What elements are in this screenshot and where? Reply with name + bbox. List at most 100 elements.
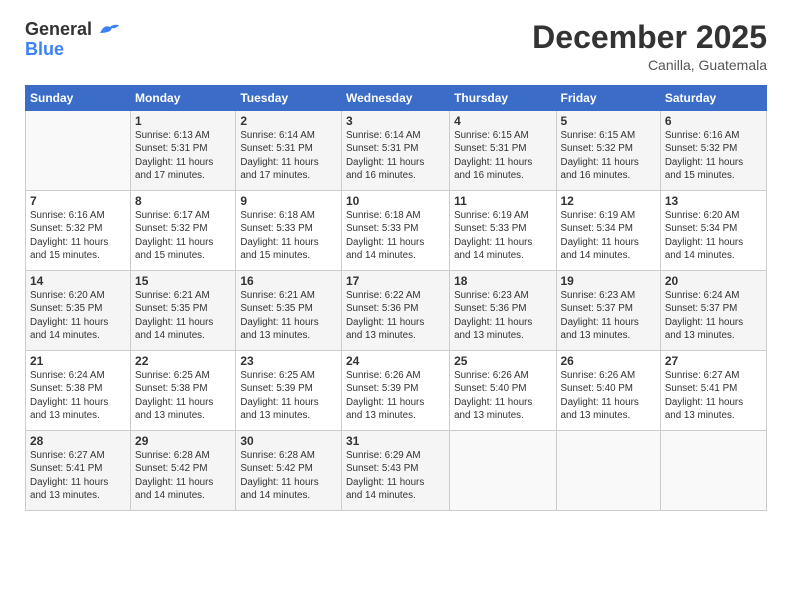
calendar-cell: 3Sunrise: 6:14 AM Sunset: 5:31 PM Daylig… [341, 111, 449, 191]
calendar-cell: 13Sunrise: 6:20 AM Sunset: 5:34 PM Dayli… [660, 191, 766, 271]
day-number: 6 [665, 114, 762, 128]
day-number: 9 [240, 194, 337, 208]
weekday-header-tuesday: Tuesday [236, 86, 342, 111]
calendar-cell: 6Sunrise: 6:16 AM Sunset: 5:32 PM Daylig… [660, 111, 766, 191]
day-number: 30 [240, 434, 337, 448]
calendar-cell [556, 431, 660, 511]
calendar-cell: 29Sunrise: 6:28 AM Sunset: 5:42 PM Dayli… [131, 431, 236, 511]
calendar-cell: 27Sunrise: 6:27 AM Sunset: 5:41 PM Dayli… [660, 351, 766, 431]
day-number: 15 [135, 274, 231, 288]
calendar-cell: 18Sunrise: 6:23 AM Sunset: 5:36 PM Dayli… [450, 271, 556, 351]
day-number: 24 [346, 354, 445, 368]
day-number: 7 [30, 194, 126, 208]
calendar-cell: 22Sunrise: 6:25 AM Sunset: 5:38 PM Dayli… [131, 351, 236, 431]
day-number: 5 [561, 114, 656, 128]
calendar-cell: 12Sunrise: 6:19 AM Sunset: 5:34 PM Dayli… [556, 191, 660, 271]
week-row-4: 21Sunrise: 6:24 AM Sunset: 5:38 PM Dayli… [26, 351, 767, 431]
day-info: Sunrise: 6:24 AM Sunset: 5:37 PM Dayligh… [665, 289, 762, 342]
calendar-cell: 31Sunrise: 6:29 AM Sunset: 5:43 PM Dayli… [341, 431, 449, 511]
day-number: 14 [30, 274, 126, 288]
day-info: Sunrise: 6:26 AM Sunset: 5:39 PM Dayligh… [346, 369, 445, 422]
day-info: Sunrise: 6:29 AM Sunset: 5:43 PM Dayligh… [346, 449, 445, 502]
weekday-header-row: SundayMondayTuesdayWednesdayThursdayFrid… [26, 86, 767, 111]
calendar-cell: 28Sunrise: 6:27 AM Sunset: 5:41 PM Dayli… [26, 431, 131, 511]
header: General Blue December 2025 Canilla, Guat… [25, 20, 767, 73]
day-info: Sunrise: 6:23 AM Sunset: 5:37 PM Dayligh… [561, 289, 656, 342]
logo-general: General [25, 19, 92, 39]
day-number: 29 [135, 434, 231, 448]
calendar-cell: 15Sunrise: 6:21 AM Sunset: 5:35 PM Dayli… [131, 271, 236, 351]
day-number: 11 [454, 194, 551, 208]
page: General Blue December 2025 Canilla, Guat… [0, 0, 792, 612]
day-info: Sunrise: 6:16 AM Sunset: 5:32 PM Dayligh… [665, 129, 762, 182]
day-number: 17 [346, 274, 445, 288]
calendar-cell: 25Sunrise: 6:26 AM Sunset: 5:40 PM Dayli… [450, 351, 556, 431]
calendar-cell [450, 431, 556, 511]
day-info: Sunrise: 6:14 AM Sunset: 5:31 PM Dayligh… [240, 129, 337, 182]
day-info: Sunrise: 6:25 AM Sunset: 5:39 PM Dayligh… [240, 369, 337, 422]
day-info: Sunrise: 6:26 AM Sunset: 5:40 PM Dayligh… [454, 369, 551, 422]
day-number: 2 [240, 114, 337, 128]
calendar-cell: 23Sunrise: 6:25 AM Sunset: 5:39 PM Dayli… [236, 351, 342, 431]
weekday-header-sunday: Sunday [26, 86, 131, 111]
calendar-cell: 16Sunrise: 6:21 AM Sunset: 5:35 PM Dayli… [236, 271, 342, 351]
day-info: Sunrise: 6:27 AM Sunset: 5:41 PM Dayligh… [30, 449, 126, 502]
day-info: Sunrise: 6:26 AM Sunset: 5:40 PM Dayligh… [561, 369, 656, 422]
day-number: 20 [665, 274, 762, 288]
day-info: Sunrise: 6:18 AM Sunset: 5:33 PM Dayligh… [346, 209, 445, 262]
calendar-cell: 30Sunrise: 6:28 AM Sunset: 5:42 PM Dayli… [236, 431, 342, 511]
day-info: Sunrise: 6:21 AM Sunset: 5:35 PM Dayligh… [240, 289, 337, 342]
day-info: Sunrise: 6:24 AM Sunset: 5:38 PM Dayligh… [30, 369, 126, 422]
week-row-2: 7Sunrise: 6:16 AM Sunset: 5:32 PM Daylig… [26, 191, 767, 271]
day-number: 3 [346, 114, 445, 128]
day-number: 19 [561, 274, 656, 288]
calendar-cell: 9Sunrise: 6:18 AM Sunset: 5:33 PM Daylig… [236, 191, 342, 271]
calendar-cell: 8Sunrise: 6:17 AM Sunset: 5:32 PM Daylig… [131, 191, 236, 271]
calendar-table: SundayMondayTuesdayWednesdayThursdayFrid… [25, 85, 767, 511]
calendar-cell [660, 431, 766, 511]
day-number: 4 [454, 114, 551, 128]
week-row-1: 1Sunrise: 6:13 AM Sunset: 5:31 PM Daylig… [26, 111, 767, 191]
day-info: Sunrise: 6:15 AM Sunset: 5:32 PM Dayligh… [561, 129, 656, 182]
day-number: 27 [665, 354, 762, 368]
day-info: Sunrise: 6:19 AM Sunset: 5:34 PM Dayligh… [561, 209, 656, 262]
weekday-header-friday: Friday [556, 86, 660, 111]
calendar-cell: 20Sunrise: 6:24 AM Sunset: 5:37 PM Dayli… [660, 271, 766, 351]
calendar-cell: 17Sunrise: 6:22 AM Sunset: 5:36 PM Dayli… [341, 271, 449, 351]
day-number: 26 [561, 354, 656, 368]
day-number: 10 [346, 194, 445, 208]
month-title: December 2025 [532, 20, 767, 55]
logo-blue: Blue [25, 40, 64, 60]
calendar-cell: 7Sunrise: 6:16 AM Sunset: 5:32 PM Daylig… [26, 191, 131, 271]
day-number: 23 [240, 354, 337, 368]
calendar-cell: 5Sunrise: 6:15 AM Sunset: 5:32 PM Daylig… [556, 111, 660, 191]
day-number: 22 [135, 354, 231, 368]
day-number: 16 [240, 274, 337, 288]
day-info: Sunrise: 6:19 AM Sunset: 5:33 PM Dayligh… [454, 209, 551, 262]
day-number: 8 [135, 194, 231, 208]
day-number: 1 [135, 114, 231, 128]
day-info: Sunrise: 6:14 AM Sunset: 5:31 PM Dayligh… [346, 129, 445, 182]
calendar-cell [26, 111, 131, 191]
weekday-header-monday: Monday [131, 86, 236, 111]
day-number: 13 [665, 194, 762, 208]
weekday-header-wednesday: Wednesday [341, 86, 449, 111]
day-info: Sunrise: 6:13 AM Sunset: 5:31 PM Dayligh… [135, 129, 231, 182]
weekday-header-thursday: Thursday [450, 86, 556, 111]
day-info: Sunrise: 6:28 AM Sunset: 5:42 PM Dayligh… [135, 449, 231, 502]
day-info: Sunrise: 6:16 AM Sunset: 5:32 PM Dayligh… [30, 209, 126, 262]
day-info: Sunrise: 6:23 AM Sunset: 5:36 PM Dayligh… [454, 289, 551, 342]
calendar-cell: 4Sunrise: 6:15 AM Sunset: 5:31 PM Daylig… [450, 111, 556, 191]
week-row-5: 28Sunrise: 6:27 AM Sunset: 5:41 PM Dayli… [26, 431, 767, 511]
title-block: December 2025 Canilla, Guatemala [532, 20, 767, 73]
day-info: Sunrise: 6:21 AM Sunset: 5:35 PM Dayligh… [135, 289, 231, 342]
logo: General Blue [25, 20, 121, 60]
day-number: 28 [30, 434, 126, 448]
calendar-cell: 2Sunrise: 6:14 AM Sunset: 5:31 PM Daylig… [236, 111, 342, 191]
day-info: Sunrise: 6:15 AM Sunset: 5:31 PM Dayligh… [454, 129, 551, 182]
day-info: Sunrise: 6:25 AM Sunset: 5:38 PM Dayligh… [135, 369, 231, 422]
day-info: Sunrise: 6:28 AM Sunset: 5:42 PM Dayligh… [240, 449, 337, 502]
location: Canilla, Guatemala [532, 57, 767, 73]
day-info: Sunrise: 6:17 AM Sunset: 5:32 PM Dayligh… [135, 209, 231, 262]
day-number: 18 [454, 274, 551, 288]
